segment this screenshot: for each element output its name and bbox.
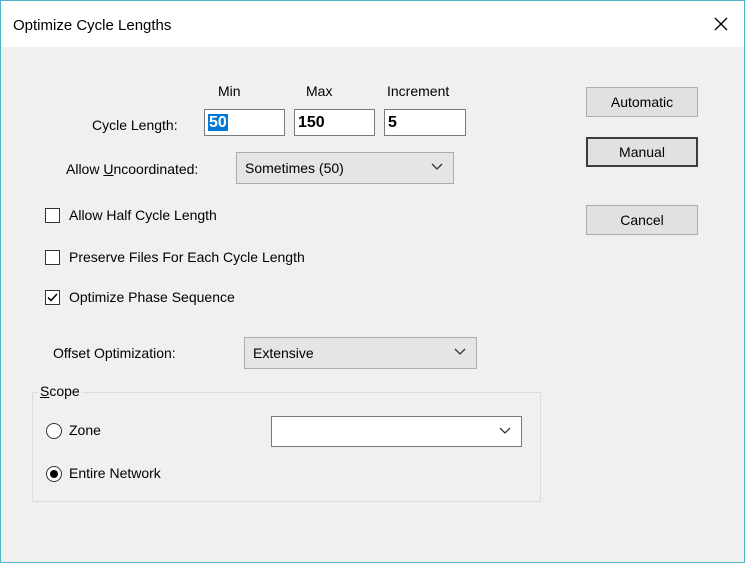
chevron-down-icon: [499, 427, 511, 434]
cycle-min-value: 50: [208, 114, 228, 131]
zone-label: Zone: [69, 422, 101, 438]
scope-group: [32, 392, 541, 502]
close-button[interactable]: [698, 1, 744, 47]
cycle-increment-input[interactable]: 5: [384, 109, 466, 136]
phase-sequence-checkbox[interactable]: [45, 290, 60, 305]
cycle-length-label: Cycle Length:: [92, 117, 178, 133]
preserve-files-checkbox[interactable]: [45, 250, 60, 265]
chevron-down-icon: [454, 348, 466, 355]
window-title: Optimize Cycle Lengths: [13, 17, 172, 34]
cycle-min-input[interactable]: 50: [204, 109, 285, 136]
chevron-down-icon: [431, 163, 443, 170]
manual-button[interactable]: Manual: [586, 137, 698, 167]
radio-selected-dot: [50, 470, 58, 478]
increment-header: Increment: [387, 83, 450, 99]
scope-legend: Scope: [38, 383, 82, 399]
checkmark-icon: [47, 293, 58, 302]
entire-network-label: Entire Network: [69, 465, 161, 481]
offset-optimization-label: Offset Optimization:: [53, 345, 176, 361]
title-bar: Optimize Cycle Lengths: [1, 1, 744, 47]
zone-radio[interactable]: [46, 423, 62, 439]
close-icon: [714, 17, 728, 31]
half-cycle-checkbox[interactable]: [45, 208, 60, 223]
half-cycle-label: Allow Half Cycle Length: [69, 207, 217, 223]
cycle-max-value: 150: [298, 114, 325, 131]
allow-uncoordinated-label: Allow Uncoordinated:: [66, 161, 199, 177]
max-header: Max: [306, 83, 333, 99]
offset-optimization-value: Extensive: [253, 345, 314, 361]
cycle-max-input[interactable]: 150: [294, 109, 375, 136]
automatic-button[interactable]: Automatic: [586, 87, 698, 117]
phase-sequence-label: Optimize Phase Sequence: [69, 289, 235, 305]
cancel-button[interactable]: Cancel: [586, 205, 698, 235]
min-header: Min: [218, 83, 241, 99]
allow-uncoordinated-value: Sometimes (50): [245, 160, 344, 176]
entire-network-radio[interactable]: [46, 466, 62, 482]
cycle-increment-value: 5: [388, 114, 397, 131]
optimize-cycle-lengths-dialog: Optimize Cycle Lengths Min Max Increment…: [0, 0, 745, 563]
preserve-files-label: Preserve Files For Each Cycle Length: [69, 249, 305, 265]
offset-optimization-select[interactable]: Extensive: [244, 337, 477, 369]
allow-uncoordinated-select[interactable]: Sometimes (50): [236, 152, 454, 184]
zone-select[interactable]: [271, 416, 522, 447]
